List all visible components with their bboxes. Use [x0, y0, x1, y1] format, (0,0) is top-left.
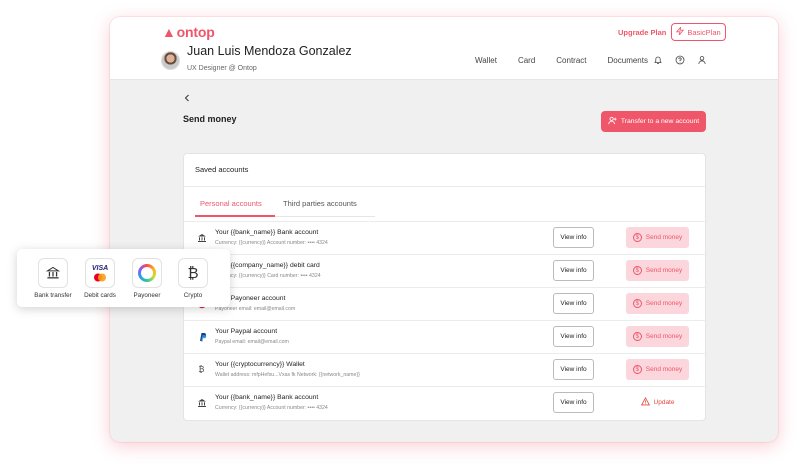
saved-accounts-title: Saved accounts: [195, 165, 249, 174]
account-title: Your Paypal account: [215, 328, 278, 335]
nav-card[interactable]: Card: [518, 56, 535, 65]
account-row: Your Payoneer account Payoneer email: em…: [184, 287, 707, 320]
update-button[interactable]: Update: [626, 392, 689, 413]
account-details: Paypal email: email@email.com: [215, 338, 289, 345]
upgrade-plan-link[interactable]: Upgrade Plan: [618, 28, 666, 37]
method-debit-cards[interactable]: VISA Debit cards: [76, 258, 124, 299]
account-row: Your {{bank_name}} Bank account Currency…: [184, 386, 707, 419]
account-details: Currency: {{currency}} Card number: ••••…: [215, 272, 321, 279]
tab-third-parties-accounts[interactable]: Third parties accounts: [283, 199, 357, 208]
nav-wallet[interactable]: Wallet: [475, 56, 497, 65]
divider: [184, 186, 705, 187]
dollar-icon: $: [632, 299, 642, 308]
main-nav: Wallet Card Contract Documents: [475, 56, 669, 65]
user-name: Juan Luis Mendoza Gonzalez: [187, 44, 352, 58]
user-icon[interactable]: [696, 54, 708, 66]
warning-icon: [640, 397, 650, 408]
view-info-button[interactable]: View info: [553, 392, 594, 413]
method-label: Payoneer: [133, 292, 161, 299]
bank-icon: [196, 232, 207, 243]
account-details: Currency: {{currency}} Account number: •…: [215, 239, 328, 246]
ontop-logo[interactable]: ▲ontop: [162, 24, 215, 40]
tab-personal-accounts[interactable]: Personal accounts: [200, 199, 262, 208]
payoneer-ring-icon: [132, 258, 162, 288]
send-money-button[interactable]: $ Send money: [626, 260, 689, 281]
account-row: Your {{bank_name}} Bank account Currency…: [184, 221, 707, 254]
payment-methods-popup: Bank transfer VISA Debit cards Payoneer …: [17, 249, 230, 307]
basic-plan-button[interactable]: BasicPlan: [671, 23, 726, 41]
dollar-icon: $: [632, 266, 642, 275]
bitcoin-icon: ₿: [198, 365, 205, 374]
lightning-icon: [676, 26, 685, 37]
avatar[interactable]: [161, 51, 180, 70]
method-payoneer[interactable]: Payoneer: [123, 258, 171, 299]
view-info-button[interactable]: View info: [553, 227, 594, 248]
account-details: Currency: {{currency}} Account number: •…: [215, 404, 328, 411]
add-user-icon: [608, 116, 617, 127]
method-label: Debit cards: [84, 292, 116, 299]
bitcoin-icon: ₿: [178, 258, 208, 288]
transfer-new-account-button[interactable]: Transfer to a new account: [601, 111, 706, 132]
send-money-button[interactable]: $ Send money: [626, 293, 689, 314]
nav-documents[interactable]: Documents: [608, 56, 648, 65]
send-money-label: Send money: [645, 366, 683, 373]
method-crypto[interactable]: ₿ Crypto: [169, 258, 217, 299]
nav-contract[interactable]: Contract: [556, 56, 586, 65]
dollar-icon: $: [632, 365, 642, 374]
account-row: Your Paypal account Paypal email: email@…: [184, 320, 707, 353]
logo-mark-icon: ▲: [162, 24, 176, 40]
basic-plan-label: BasicPlan: [687, 27, 721, 37]
send-money-label: Send money: [645, 267, 683, 274]
view-info-button[interactable]: View info: [553, 359, 594, 380]
account-title: Your {{bank_name}} Bank account: [215, 229, 319, 236]
logo-text: ontop: [176, 24, 215, 40]
transfer-label: Transfer to a new account: [620, 118, 700, 125]
method-bank-transfer[interactable]: Bank transfer: [29, 258, 77, 299]
send-money-button[interactable]: $ Send money: [626, 227, 689, 248]
visa-mastercard-icon: VISA: [85, 258, 115, 288]
account-title: Your {{bank_name}} Bank account: [215, 394, 319, 401]
bank-icon: [38, 258, 68, 288]
active-tab-indicator: [195, 215, 275, 217]
account-row: Your {{company_name}} debit card Currenc…: [184, 254, 707, 287]
nav-icons: [652, 54, 708, 66]
send-money-label: Send money: [645, 234, 683, 241]
saved-accounts-card: Saved accounts Personal accounts Third p…: [183, 153, 707, 421]
visa-text: VISA: [91, 264, 109, 272]
send-money-button[interactable]: $ Send money: [626, 326, 689, 347]
view-info-button[interactable]: View info: [553, 326, 594, 347]
dollar-icon: $: [632, 332, 642, 341]
send-money-label: Send money: [645, 333, 683, 340]
send-money-label: Send money: [645, 300, 683, 307]
page-title: Send money: [183, 114, 237, 124]
account-title: Your {{company_name}} debit card: [215, 262, 320, 269]
view-info-button[interactable]: View info: [553, 293, 594, 314]
user-role: UX Designer @ Ontop: [187, 65, 257, 72]
help-icon[interactable]: [674, 54, 686, 66]
chevron-left-icon: [184, 94, 189, 102]
top-bar: ▲ontop Upgrade Plan BasicPlan Juan Luis …: [110, 17, 778, 80]
method-label: Bank transfer: [34, 292, 72, 299]
account-details: Wallet address: mfpHefsu...Vxas fk Netwo…: [215, 371, 360, 378]
update-label: Update: [653, 399, 675, 406]
account-row: ₿ Your {{cryptocurrency}} Wallet Wallet …: [184, 353, 707, 386]
send-money-button[interactable]: $ Send money: [626, 359, 689, 380]
bell-icon[interactable]: [652, 54, 664, 66]
back-button[interactable]: [183, 94, 191, 105]
account-title: Your {{cryptocurrency}} Wallet: [215, 361, 305, 368]
bank-icon: [196, 397, 207, 408]
method-label: Crypto: [183, 292, 203, 299]
dollar-icon: $: [632, 233, 642, 242]
view-info-button[interactable]: View info: [553, 260, 594, 281]
paypal-icon: [196, 331, 207, 342]
app-window: ▲ontop Upgrade Plan BasicPlan Juan Luis …: [110, 17, 778, 442]
